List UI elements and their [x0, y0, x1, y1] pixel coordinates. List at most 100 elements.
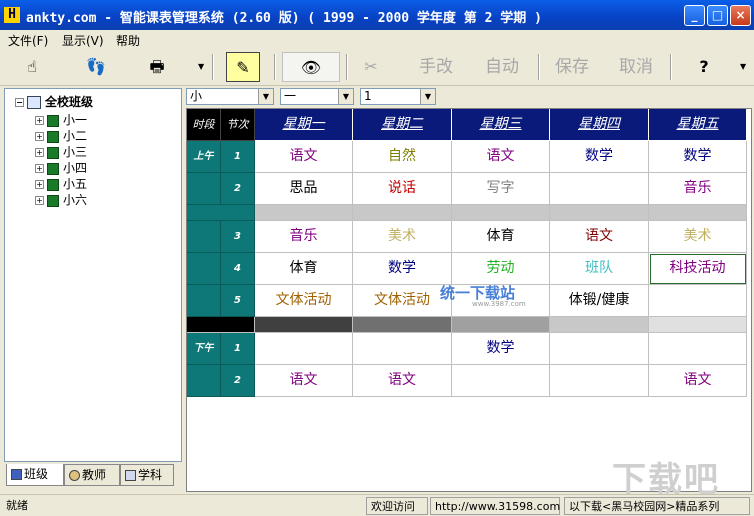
session-label	[187, 253, 221, 285]
class-book-icon	[47, 178, 59, 191]
chevron-down-icon[interactable]: ▼	[338, 89, 353, 104]
expand-icon[interactable]: +	[35, 116, 44, 125]
timetable-cell[interactable]: 思品	[255, 173, 353, 205]
timetable-cell[interactable]: 数学	[452, 333, 550, 365]
timetable-cell[interactable]: 语文	[550, 221, 649, 253]
menu-view[interactable]: 显示(V)	[62, 32, 104, 49]
timetable-cell[interactable]: 写字	[452, 173, 550, 205]
timetable-cell[interactable]: 文体活动	[255, 285, 353, 317]
timetable-cell[interactable]: 劳动	[452, 253, 550, 285]
menu-help[interactable]: 帮助	[116, 32, 140, 49]
collapse-icon[interactable]: −	[15, 98, 24, 107]
window-title: ankty.com - 智能课表管理系统 (2.60 版) ( 1999 - 2…	[26, 11, 542, 26]
timetable-cell[interactable]: 文体活动	[353, 285, 452, 317]
tree-item-class[interactable]: + 小六	[35, 191, 87, 208]
class-select[interactable]: 一 ▼	[280, 88, 354, 105]
scissors-icon[interactable]: ✂	[356, 52, 386, 82]
maximize-button[interactable]: □	[707, 5, 728, 26]
timetable-cell[interactable]: 科技活动	[649, 253, 747, 285]
expand-icon[interactable]: +	[35, 148, 44, 157]
tree-item-class[interactable]: + 小一	[35, 111, 87, 128]
minimize-button[interactable]: _	[684, 5, 705, 26]
tab-class[interactable]: 班级	[6, 464, 64, 486]
timetable-cell[interactable]: 体锻/健康	[550, 285, 649, 317]
expand-icon[interactable]: +	[35, 196, 44, 205]
timetable-cell[interactable]: 语文	[649, 365, 747, 397]
timetable-cell[interactable]	[550, 173, 649, 205]
period-number: 1	[221, 333, 255, 365]
school-icon	[27, 96, 41, 109]
session-label	[187, 285, 221, 317]
tree-item-class[interactable]: + 小四	[35, 159, 87, 176]
break-row-cell	[255, 205, 353, 221]
eye-icon[interactable]: 👁	[282, 52, 340, 82]
chevron-down-icon[interactable]: ▼	[258, 89, 273, 104]
help-icon[interactable]: ?	[688, 52, 720, 82]
hand-icon[interactable]: ☝	[14, 52, 50, 82]
day-header[interactable]: 星期四	[550, 109, 649, 141]
close-button[interactable]: ×	[730, 5, 751, 26]
footprints-icon[interactable]: 👣	[78, 52, 114, 82]
timetable-cell[interactable]	[353, 333, 452, 365]
status-url[interactable]: http://www.31598.com	[430, 497, 560, 515]
auto-button[interactable]: 自动	[480, 52, 524, 82]
week-select[interactable]: 1 ▼	[360, 88, 436, 105]
timetable-cell[interactable]: 说话	[353, 173, 452, 205]
tree-root[interactable]: − 全校班级	[15, 93, 93, 110]
day-header[interactable]: 星期一	[255, 109, 353, 141]
printer-icon[interactable]: 🖶	[142, 52, 172, 82]
day-header[interactable]: 星期三	[452, 109, 550, 141]
chevron-down-icon[interactable]: ▼	[420, 89, 435, 104]
timetable-cell[interactable]: 自然	[353, 141, 452, 173]
print-dropdown-icon[interactable]: ▼	[198, 62, 204, 71]
lunch-divider-cell	[255, 317, 353, 333]
teacher-board-icon[interactable]: ✎	[226, 52, 260, 82]
manual-edit-button[interactable]: 手改	[414, 52, 458, 82]
expand-icon[interactable]: +	[35, 132, 44, 141]
timetable-cell[interactable]	[550, 333, 649, 365]
tree-item-class[interactable]: + 小二	[35, 127, 87, 144]
help-dropdown-icon[interactable]: ▼	[740, 62, 746, 71]
expand-icon[interactable]: +	[35, 164, 44, 173]
class-select-value: 一	[284, 89, 297, 103]
timetable-cell[interactable]	[452, 365, 550, 397]
view-tabs: 班级 教师 学科	[4, 464, 182, 486]
timetable-cell[interactable]	[649, 285, 747, 317]
timetable-cell[interactable]: 语文	[353, 365, 452, 397]
timetable-cell[interactable]: 体育	[255, 253, 353, 285]
tree-item-class[interactable]: + 小五	[35, 175, 87, 192]
cancel-button[interactable]: 取消	[614, 52, 658, 82]
timetable-cell[interactable]: 音乐	[255, 221, 353, 253]
timetable-cell[interactable]: 数学	[353, 253, 452, 285]
timetable-cell[interactable]: 语文	[255, 365, 353, 397]
period-number: 2	[221, 173, 255, 205]
day-header[interactable]: 星期二	[353, 109, 452, 141]
save-button[interactable]: 保存	[550, 52, 594, 82]
timetable-cell[interactable]: 语文	[255, 141, 353, 173]
tab-subject[interactable]: 学科	[120, 464, 174, 486]
menu-file[interactable]: 文件(F)	[8, 32, 48, 49]
day-header[interactable]: 星期五	[649, 109, 747, 141]
lunch-divider-label	[187, 317, 255, 333]
timetable-cell[interactable]: 语文	[452, 141, 550, 173]
tab-teacher[interactable]: 教师	[64, 464, 120, 486]
toolbar: ☝ 👣 🖶 ▼ ✎ 👁 ✂ 手改 自动 保存 取消 ? ▼	[0, 48, 754, 86]
timetable-cell[interactable]	[649, 333, 747, 365]
grade-select[interactable]: 小 ▼	[186, 88, 274, 105]
tree-root-label: 全校班级	[45, 95, 94, 109]
timetable-cell[interactable]: 美术	[353, 221, 452, 253]
timetable-cell[interactable]: 美术	[649, 221, 747, 253]
tree-item-class[interactable]: + 小三	[35, 143, 87, 160]
tree-item-label: 小四	[63, 161, 88, 175]
timetable-cell[interactable]: 数学	[550, 141, 649, 173]
timetable-cell[interactable]: 音乐	[649, 173, 747, 205]
tree-item-label: 小二	[63, 129, 88, 143]
status-download: 以下载<黑马校园网>精品系列	[564, 497, 750, 515]
timetable-cell[interactable]: 体育	[452, 221, 550, 253]
timetable-cell[interactable]: 班队	[550, 253, 649, 285]
break-row-cell	[550, 205, 649, 221]
timetable-cell[interactable]	[255, 333, 353, 365]
timetable-cell[interactable]: 数学	[649, 141, 747, 173]
expand-icon[interactable]: +	[35, 180, 44, 189]
timetable-cell[interactable]	[550, 365, 649, 397]
